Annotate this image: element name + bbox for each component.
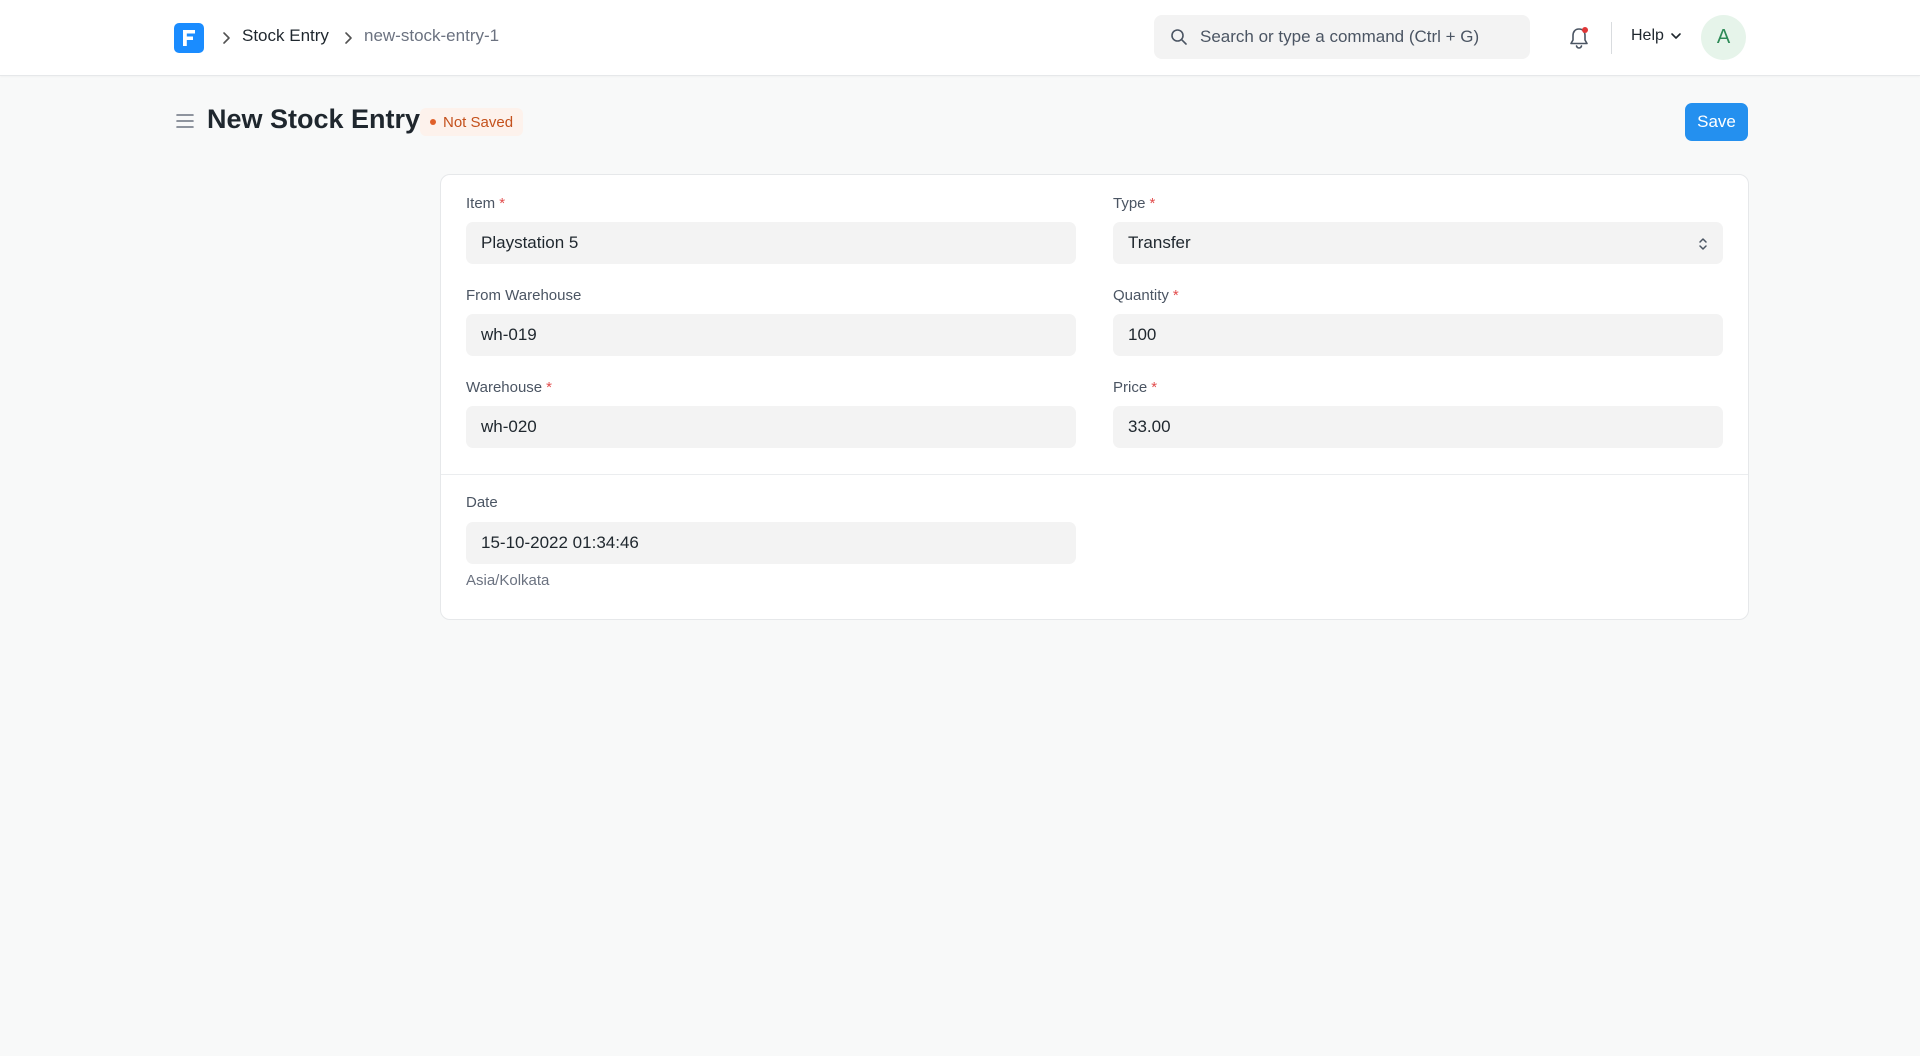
search-placeholder: Search or type a command (Ctrl + G) [1200, 27, 1480, 46]
from-warehouse-field[interactable]: wh-019 [466, 314, 1076, 356]
select-arrows-icon [1699, 238, 1707, 250]
status-text: Not Saved [443, 113, 514, 131]
warehouse-label: Warehouse * [466, 379, 552, 396]
price-label: Price * [1113, 379, 1158, 396]
required-marker: * [1151, 379, 1158, 396]
avatar-initial: A [1716, 26, 1731, 48]
required-marker: * [1172, 287, 1179, 304]
status-dot-icon [430, 119, 436, 125]
type-select[interactable]: Transfer [1113, 222, 1723, 264]
warehouse-field[interactable]: wh-020 [466, 406, 1076, 448]
quantity-label: Quantity * [1113, 287, 1179, 304]
timezone-text: Asia/Kolkata [466, 572, 550, 589]
help-dropdown[interactable]: Help [1631, 27, 1682, 45]
stock-entry-form: Item * Playstation 5 Type * Transfer From … [440, 174, 1749, 620]
price-field[interactable]: 33.00 [1113, 406, 1723, 448]
required-marker: * [546, 379, 552, 396]
user-avatar[interactable]: A [1701, 15, 1746, 60]
quantity-field[interactable]: 100 [1113, 314, 1723, 356]
date-label: Date [466, 494, 498, 511]
section-divider [441, 474, 1748, 475]
chevron-right-icon [345, 32, 352, 44]
type-label: Type * [1113, 195, 1156, 212]
page-title: New Stock Entry [207, 104, 421, 134]
status-badge: Not Saved [420, 108, 524, 136]
breadcrumb-current-doc[interactable]: new-stock-entry-1 [364, 26, 499, 46]
sidebar-toggle-icon[interactable] [175, 111, 195, 131]
breadcrumb-stock-entry[interactable]: Stock Entry [242, 26, 329, 46]
required-marker: * [499, 195, 506, 212]
save-button[interactable]: Save [1685, 103, 1748, 141]
notification-dot [1582, 27, 1588, 33]
chevron-right-icon [223, 32, 230, 44]
from-warehouse-label: From Warehouse [466, 287, 582, 304]
help-label: Help [1631, 27, 1664, 44]
app-logo-icon[interactable] [174, 23, 204, 53]
item-field[interactable]: Playstation 5 [466, 222, 1076, 264]
search-icon [1171, 29, 1187, 45]
search-input[interactable]: Search or type a command (Ctrl + G) [1154, 15, 1530, 59]
date-field[interactable]: 15-10-2022 01:34:46 [466, 522, 1076, 564]
top-navbar: Stock Entry new-stock-entry-1 Search or … [0, 0, 1920, 76]
chevron-down-icon [1671, 33, 1681, 39]
navbar-divider [1611, 22, 1612, 54]
item-label: Item * [466, 195, 506, 212]
required-marker: * [1149, 195, 1156, 212]
